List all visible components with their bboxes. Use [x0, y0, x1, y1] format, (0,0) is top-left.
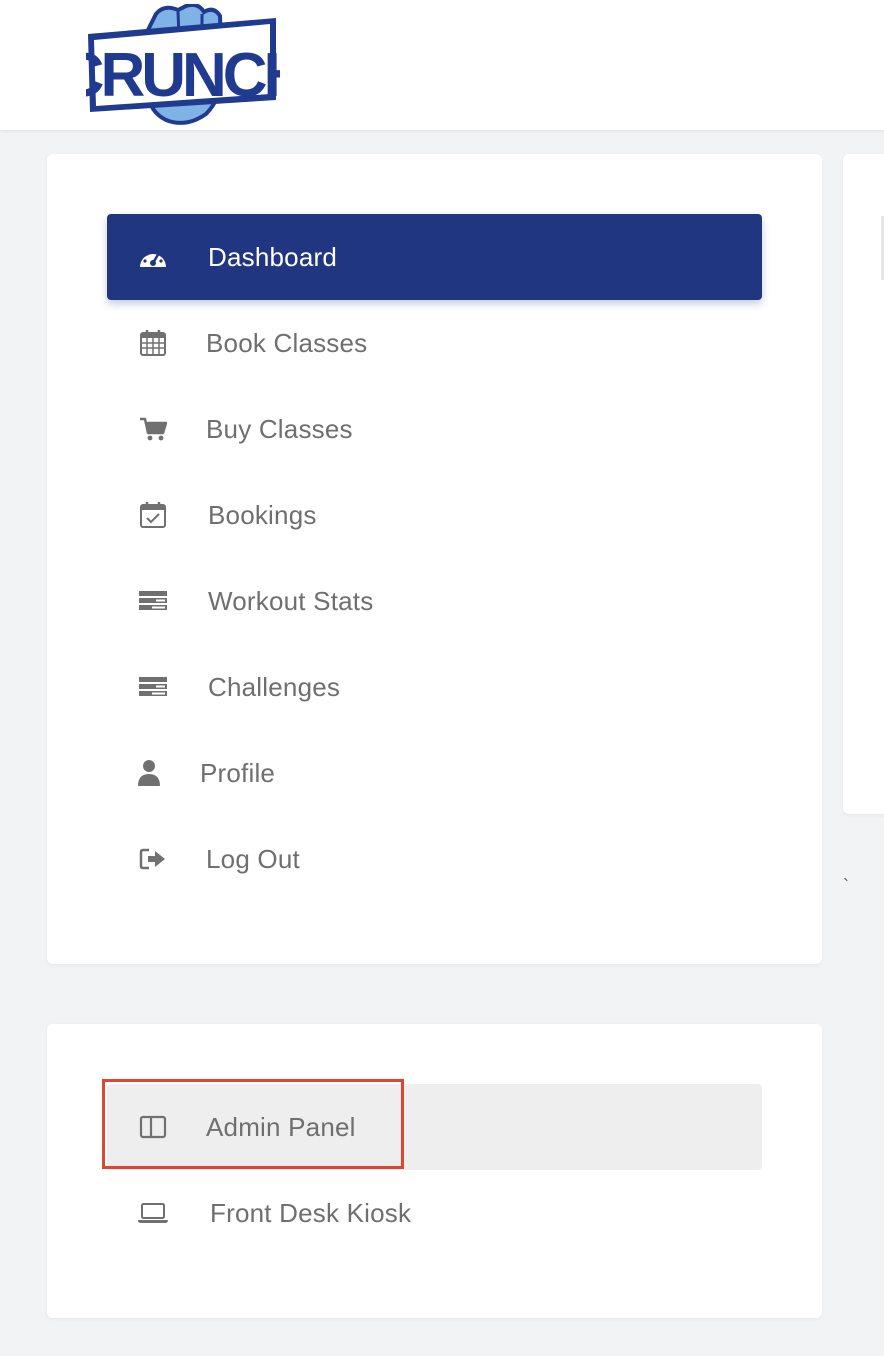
user-icon — [133, 757, 165, 789]
logo-text: CRUNCH — [86, 41, 280, 110]
nav-label: Front Desk Kiosk — [210, 1197, 412, 1228]
nav-item-profile[interactable]: Profile — [107, 730, 762, 816]
top-header: CRUNCH — [0, 0, 884, 130]
laptop-icon — [137, 1197, 169, 1229]
admin-nav-card: Admin Panel Front Desk Kiosk — [47, 1024, 822, 1318]
stray-mark: ` — [843, 876, 849, 896]
nav-label: Bookings — [208, 499, 317, 530]
nav-item-admin-panel[interactable]: Admin Panel — [107, 1084, 762, 1170]
stats-bars-icon — [137, 585, 169, 617]
challenges-bars-icon — [137, 671, 169, 703]
nav-label: Workout Stats — [208, 585, 374, 616]
content-card-partial — [843, 154, 884, 814]
nav-label: Log Out — [206, 843, 300, 874]
nav-item-challenges[interactable]: Challenges — [107, 644, 762, 730]
calendar-icon — [137, 327, 169, 359]
nav-label: Buy Classes — [206, 413, 353, 444]
nav-item-book-classes[interactable]: Book Classes — [107, 300, 762, 386]
nav-label: Profile — [200, 757, 276, 788]
nav-item-bookings[interactable]: Bookings — [107, 472, 762, 558]
nav-label: Dashboard — [208, 241, 337, 272]
crunch-logo[interactable]: CRUNCH — [60, 2, 309, 126]
nav-item-dashboard[interactable]: Dashboard — [107, 214, 762, 300]
nav-label: Challenges — [208, 671, 341, 702]
nav-item-workout-stats[interactable]: Workout Stats — [107, 558, 762, 644]
nav-label: Admin Panel — [206, 1111, 356, 1142]
nav-item-buy-classes[interactable]: Buy Classes — [107, 386, 762, 472]
nav-label: Book Classes — [206, 327, 368, 358]
dashboard-gauge-icon — [137, 241, 169, 273]
calendar-check-icon — [137, 499, 169, 531]
nav-item-log-out[interactable]: Log Out — [107, 816, 762, 902]
sign-out-icon — [137, 843, 169, 875]
nav-item-front-desk-kiosk[interactable]: Front Desk Kiosk — [107, 1170, 762, 1256]
main-nav-card: Dashboard Book Classes Buy Classes Booki… — [47, 154, 822, 964]
shopping-cart-icon — [137, 413, 169, 445]
columns-icon — [137, 1111, 169, 1143]
